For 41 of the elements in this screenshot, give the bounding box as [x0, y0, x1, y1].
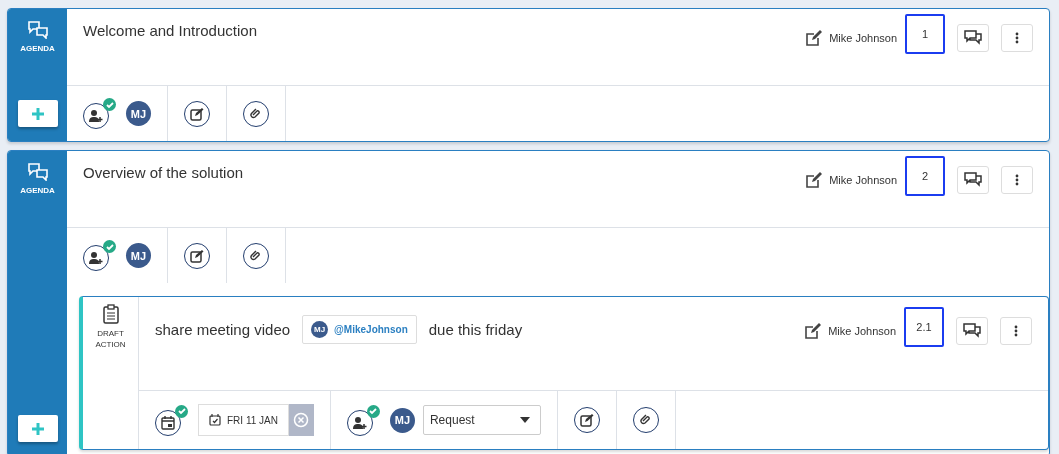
chat-bubbles-icon	[964, 172, 982, 188]
calendar-check-icon	[209, 414, 221, 426]
action-label: DRAFT ACTION	[94, 328, 127, 350]
agenda-label: AGENDA	[20, 186, 55, 195]
edit-icon	[805, 171, 824, 189]
user-avatar: MJ	[126, 243, 151, 268]
agenda-title: Welcome and Introduction	[83, 22, 257, 39]
caret-icon	[519, 417, 530, 423]
more-icon	[1015, 32, 1019, 44]
item-number[interactable]: 2	[905, 156, 945, 196]
agenda-label: AGENDA	[20, 44, 55, 53]
mention-tag[interactable]: MJ @MikeJohnson	[302, 315, 417, 344]
item-number[interactable]: 2.1	[904, 307, 944, 347]
chat-bubbles-icon	[27, 21, 48, 39]
author-name: Mike Johnson	[829, 32, 897, 44]
clear-icon	[293, 412, 310, 428]
role-select[interactable]: Request	[422, 405, 541, 435]
chat-bubbles-icon	[963, 323, 981, 339]
more-icon	[1014, 325, 1018, 337]
user-avatar: MJ	[126, 101, 151, 126]
item-number[interactable]: 1	[905, 14, 945, 54]
chat-bubbles-icon	[964, 30, 982, 46]
edit-icon	[805, 29, 824, 47]
comments-button[interactable]	[957, 166, 989, 194]
more-icon	[1015, 174, 1019, 186]
plus-icon	[30, 106, 45, 121]
add-button[interactable]	[17, 100, 58, 127]
agenda-title: Overview of the solution	[83, 164, 244, 181]
add-button[interactable]	[17, 415, 58, 442]
author-name: Mike Johnson	[829, 174, 897, 186]
chat-bubbles-icon	[27, 163, 48, 181]
user-avatar: MJ	[389, 407, 415, 433]
comments-button[interactable]	[956, 317, 988, 345]
action-text: share meeting video	[155, 321, 291, 338]
author-name: Mike Johnson	[828, 325, 896, 337]
date-field[interactable]: FRI 11 JAN	[198, 404, 289, 436]
action-text: due this friday	[428, 321, 523, 338]
plus-icon	[30, 421, 45, 436]
edit-icon	[804, 322, 823, 340]
comments-button[interactable]	[957, 24, 989, 52]
clipboard-icon	[102, 304, 119, 324]
